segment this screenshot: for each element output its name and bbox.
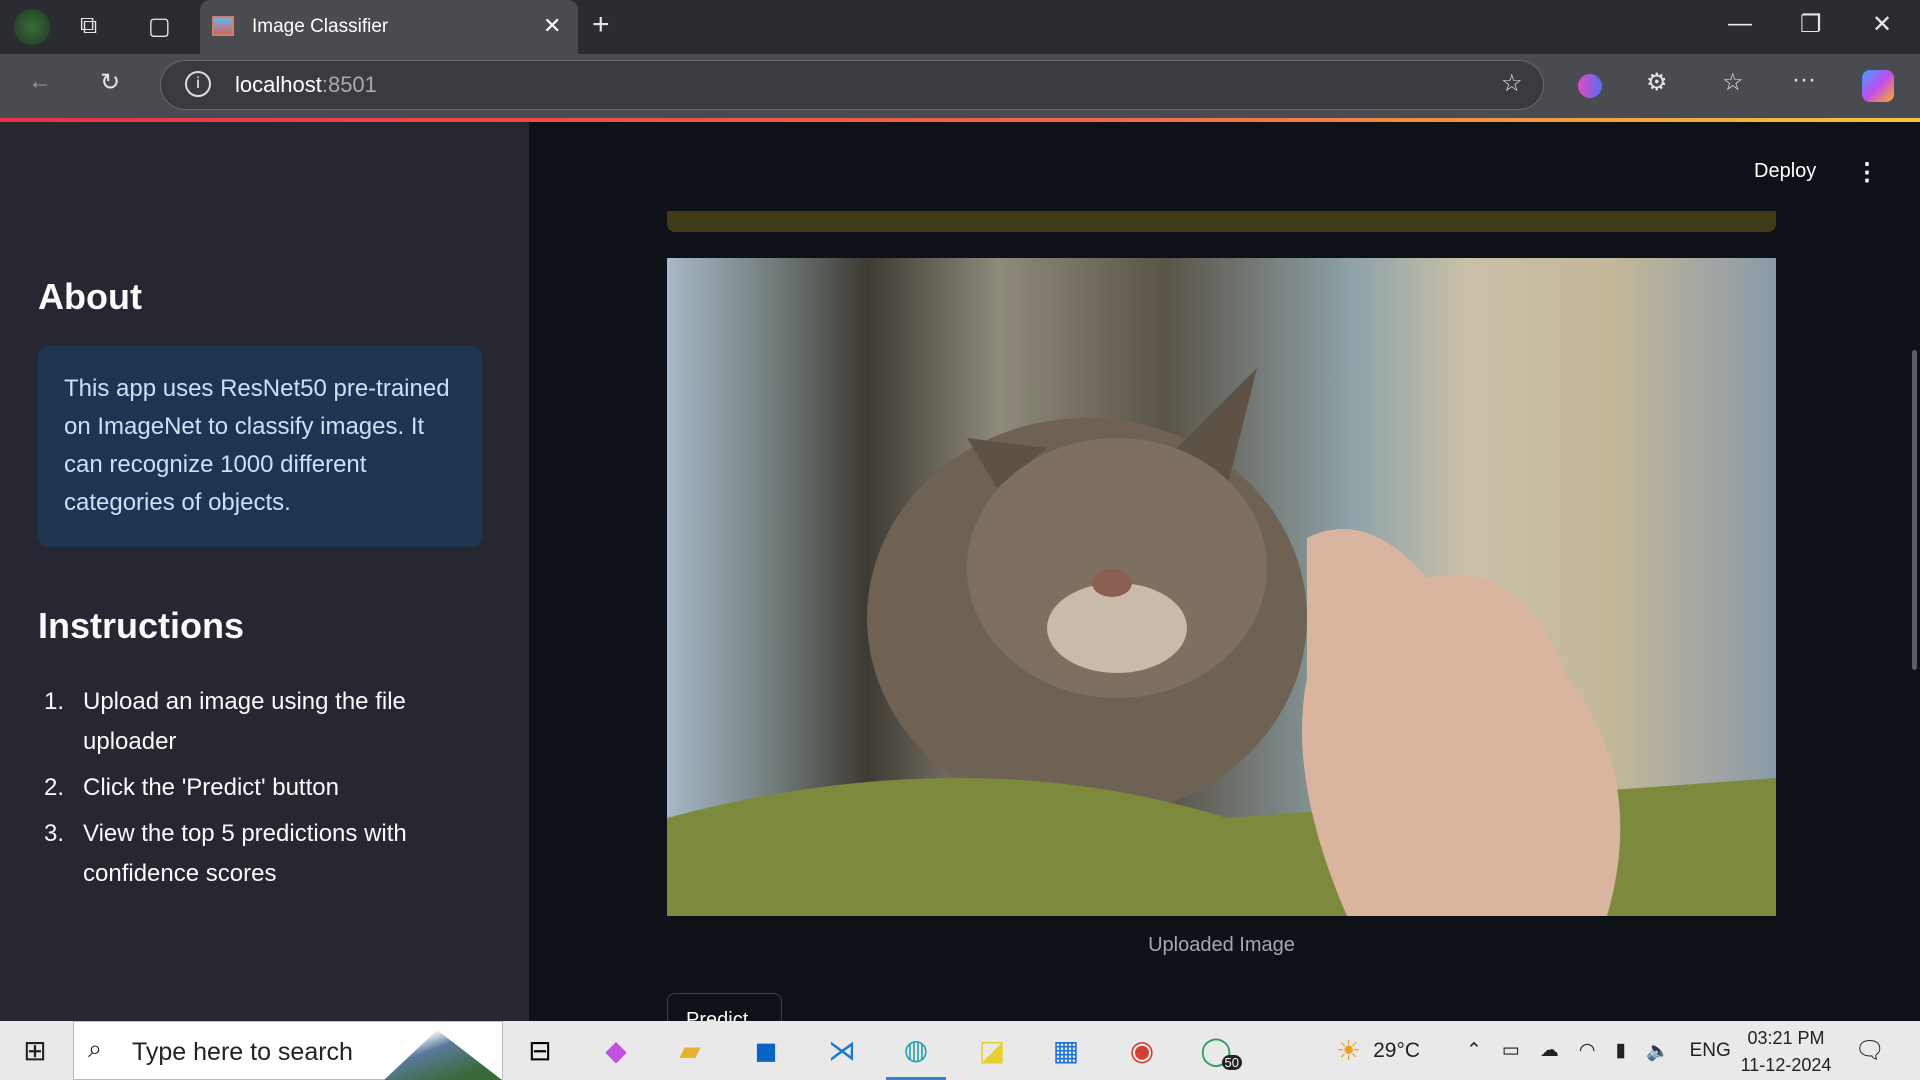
deploy-button[interactable]: Deploy — [1754, 160, 1816, 183]
scrollbar[interactable] — [1912, 350, 1917, 670]
main-menu-icon[interactable]: ⋮ — [1855, 158, 1879, 187]
whatsapp-icon[interactable]: ◯ 50 — [1186, 1021, 1246, 1080]
address-bar[interactable]: i localhost:8501 ☆ — [160, 60, 1544, 110]
list-number: 3. — [44, 820, 65, 847]
taskbar-search[interactable]: ⌕ Type here to search — [73, 1021, 503, 1080]
whatsapp-badge: 50 — [1221, 1055, 1242, 1070]
camera-icon[interactable]: ▭ — [1502, 1039, 1520, 1062]
list-item: 2. Click the 'Predict' button — [38, 768, 458, 808]
favorites-icon[interactable]: ☆ — [1722, 68, 1744, 97]
url-port: :8501 — [321, 72, 377, 97]
more-menu-icon[interactable]: ··· — [1792, 66, 1816, 94]
profile-avatar[interactable] — [14, 9, 50, 45]
calendar-icon[interactable]: ▦ — [1036, 1021, 1096, 1080]
tab-title: Image Classifier — [252, 16, 389, 37]
site-info-icon[interactable]: i — [185, 71, 211, 97]
file-explorer-icon[interactable]: ▰ — [660, 1021, 720, 1080]
search-highlight-image — [384, 1030, 502, 1080]
about-heading: About — [38, 276, 142, 317]
search-icon: ⌕ — [88, 1035, 103, 1063]
tray-chevron-icon[interactable]: ⌃ — [1466, 1039, 1482, 1062]
vscode-icon[interactable]: ⋊ — [812, 1021, 872, 1080]
restore-icon[interactable]: ❐ — [1800, 10, 1822, 39]
copilot-extension-icon[interactable] — [1578, 74, 1602, 98]
tab-favicon-icon — [212, 16, 234, 36]
sidebar: About This app uses ResNet50 pre-trained… — [0, 122, 529, 1021]
chrome-icon[interactable]: ◉ — [1112, 1021, 1172, 1080]
cat-photo — [667, 368, 1776, 916]
outlook-icon[interactable]: ◼ — [736, 1021, 796, 1080]
onedrive-error-icon[interactable]: ☁ — [1540, 1039, 1559, 1062]
url-host: localhost — [235, 72, 322, 97]
list-item: 1. Upload an image using the file uploade… — [38, 682, 458, 762]
back-icon[interactable]: ← — [28, 68, 52, 96]
list-number: 1. — [44, 688, 65, 715]
task-view-icon[interactable]: ⊟ — [510, 1021, 570, 1080]
volume-icon[interactable]: 🔈 — [1646, 1039, 1670, 1063]
image-caption: Uploaded Image — [1148, 934, 1295, 956]
list-text: Upload an image using the file uploader — [83, 688, 406, 755]
notifications-icon[interactable]: 🗨 — [1840, 1021, 1900, 1080]
weather-widget[interactable]: ☀ 29°C — [1336, 1021, 1420, 1080]
sidebar-toggle-icon[interactable]: ▢ — [148, 12, 171, 41]
clock-time: 03:21 PM — [1747, 1028, 1825, 1048]
wifi-icon[interactable]: ◠ — [1579, 1039, 1596, 1062]
sticky-notes-icon[interactable]: ◪ — [962, 1021, 1022, 1080]
collections-icon[interactable]: ⧉ — [80, 12, 97, 40]
favorite-star-icon[interactable]: ☆ — [1501, 69, 1523, 98]
language-indicator[interactable]: ENG — [1690, 1040, 1731, 1062]
about-text: This app uses ResNet50 pre-trained on Im… — [64, 375, 450, 516]
weather-icon: ☀ — [1336, 1035, 1362, 1066]
clock-date: 11-12-2024 — [1740, 1055, 1832, 1075]
list-text: Click the 'Predict' button — [83, 774, 339, 801]
list-item: 3. View the top 5 predictions with confid… — [38, 814, 458, 894]
clock[interactable]: 03:21 PM 11-12-2024 — [1736, 1025, 1836, 1079]
edge-icon[interactable]: ◍ — [886, 1021, 946, 1080]
close-tab-icon[interactable]: ✕ — [543, 13, 561, 39]
browser-toolbar: ← ↻ i localhost:8501 ☆ ⚙ ☆ ··· — [0, 54, 1920, 118]
search-placeholder: Type here to search — [132, 1038, 353, 1066]
file-uploader-bar — [667, 211, 1776, 232]
refresh-icon[interactable]: ↻ — [100, 68, 120, 97]
about-info-box: This app uses ResNet50 pre-trained on Im… — [38, 346, 482, 547]
extensions-icon[interactable]: ⚙ — [1646, 68, 1668, 97]
weather-temp: 29°C — [1373, 1038, 1421, 1062]
new-tab-icon[interactable]: + — [592, 8, 610, 42]
list-number: 2. — [44, 774, 65, 801]
copilot-icon[interactable] — [1862, 70, 1894, 102]
list-text: View the top 5 predictions with confiden… — [83, 820, 407, 887]
instructions-list: 1. Upload an image using the file uploade… — [38, 682, 458, 900]
close-window-icon[interactable]: ✕ — [1872, 10, 1892, 39]
tab-image-classifier[interactable]: Image Classifier ✕ — [200, 0, 578, 54]
instructions-heading: Instructions — [38, 605, 245, 646]
taskbar: ⊞ ⌕ Type here to search ⊟ ◆ ▰ ◼ ⋊ ◍ ◪ ▦ … — [0, 1021, 1920, 1080]
minimize-icon[interactable]: — — [1728, 10, 1752, 38]
windows-start-icon[interactable]: ⊞ — [5, 1021, 65, 1080]
battery-icon[interactable]: ▮ — [1615, 1039, 1625, 1062]
browser-tab-bar: ⧉ ▢ Image Classifier ✕ + — ❐ ✕ — [0, 0, 1920, 54]
copilot-app-icon[interactable]: ◆ — [586, 1021, 646, 1080]
uploaded-image — [667, 258, 1776, 916]
system-tray: ⌃ ▭ ☁ ◠ ▮ 🔈 ENG — [1466, 1021, 1731, 1080]
